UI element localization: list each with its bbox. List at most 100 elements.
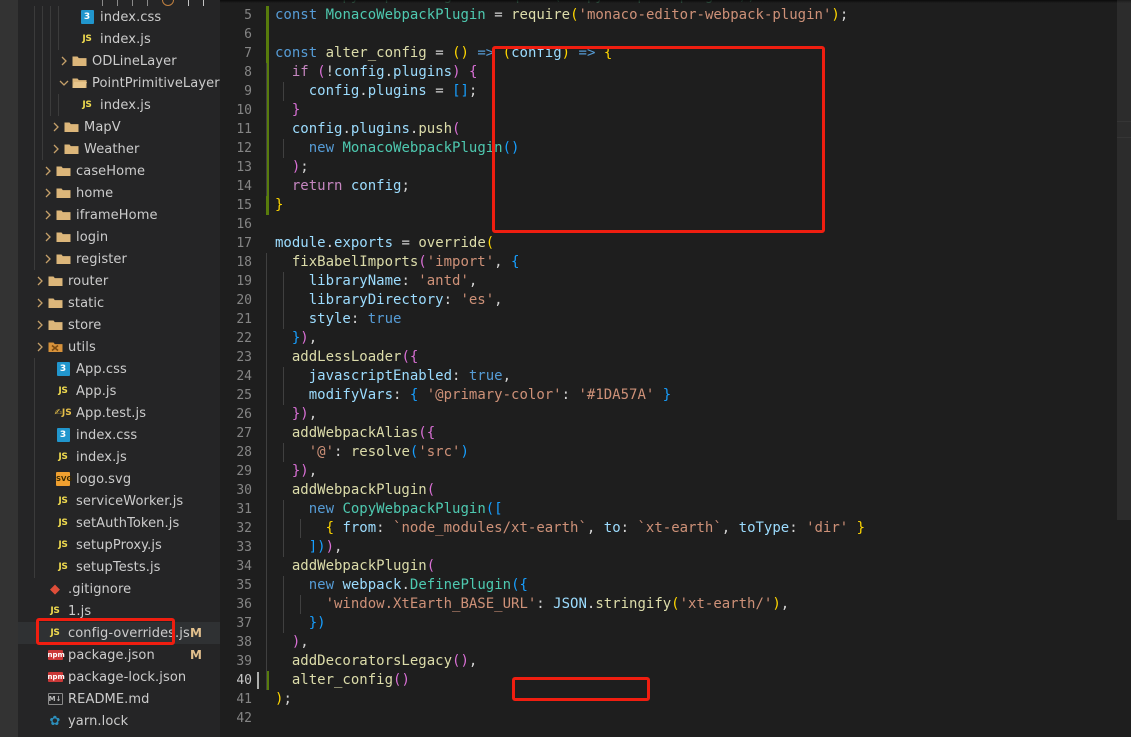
editor-lines[interactable]: 4const CopyWebpackPlugin = require('copy… <box>220 0 1131 737</box>
editor-line[interactable]: 10 } <box>220 101 1131 120</box>
tree-file-serviceworker-js[interactable]: JS serviceWorker.js <box>18 490 220 512</box>
tree-file-yarn-lock[interactable]: ✿ yarn.lock <box>18 710 220 732</box>
tree-file-package-lock-json[interactable]: npm package-lock.json <box>18 666 220 688</box>
activity-bar[interactable] <box>0 0 18 737</box>
editor-line[interactable]: 17 module.exports = override( <box>220 234 1131 253</box>
tree-file-1-js[interactable]: JS 1.js <box>18 600 220 622</box>
editor-line[interactable]: 27 addWebpackAlias({ <box>220 424 1131 443</box>
chevron-right-icon[interactable] <box>42 204 54 226</box>
editor-line[interactable]: 22 }), <box>220 329 1131 348</box>
editor-line[interactable]: 9 config.plugins = []; <box>220 82 1131 101</box>
tree-folder-casehome[interactable]: caseHome <box>18 160 220 182</box>
editor-line[interactable]: 38 ), <box>220 633 1131 652</box>
editor-line[interactable]: 6 <box>220 25 1131 44</box>
editor-scrollbar[interactable] <box>1117 0 1131 737</box>
code-token: , <box>308 463 318 479</box>
file-tree[interactable]: 3 index.css JS index.js ODLineLayer PointPrim… <box>18 6 220 732</box>
editor-line[interactable]: 42 <box>220 709 1131 728</box>
editor-line[interactable]: 30 addWebpackPlugin( <box>220 481 1131 500</box>
editor-line[interactable]: 16 <box>220 215 1131 234</box>
editor-line[interactable]: 31 new CopyWebpackPlugin([ <box>220 500 1131 519</box>
tree-folder-iframehome[interactable]: iframeHome <box>18 204 220 226</box>
tree-file-logo-svg[interactable]: SVG logo.svg <box>18 468 220 490</box>
tree-folder-odlinelayer[interactable]: ODLineLayer <box>18 50 220 72</box>
tree-file-app-js[interactable]: JS App.js <box>18 380 220 402</box>
tree-file-app-css[interactable]: 3 App.css <box>18 358 220 380</box>
tree-file-setuptests-js[interactable]: JS setupTests.js <box>18 556 220 578</box>
editor-line[interactable]: 36 'window.XtEarth_BASE_URL': JSON.strin… <box>220 595 1131 614</box>
editor-line[interactable]: 13 ); <box>220 158 1131 177</box>
tree-folder-register[interactable]: register <box>18 248 220 270</box>
editor-line[interactable]: 18 fixBabelImports('import', { <box>220 253 1131 272</box>
editor-line[interactable]: 7 const alter_config = () => (config) => … <box>220 44 1131 63</box>
editor-line[interactable]: 23 addLessLoader({ <box>220 348 1131 367</box>
chevron-right-icon[interactable] <box>42 226 54 248</box>
editor-line[interactable]: 19 libraryName: 'antd', <box>220 272 1131 291</box>
editor-line[interactable]: 41); <box>220 690 1131 709</box>
tree-folder-router[interactable]: router <box>18 270 220 292</box>
tree-file-index-js[interactable]: JS index.js <box>18 94 220 116</box>
editor-line[interactable]: 15} <box>220 196 1131 215</box>
chevron-right-icon[interactable] <box>34 292 46 314</box>
editor-line[interactable]: 20 libraryDirectory: 'es', <box>220 291 1131 310</box>
tree-folder-login[interactable]: login <box>18 226 220 248</box>
editor-line[interactable]: 28 '@': resolve('src') <box>220 443 1131 462</box>
editor-line[interactable]: 33 ])), <box>220 538 1131 557</box>
tree-file-index-js[interactable]: JS index.js <box>18 446 220 468</box>
tree-folder-weather[interactable]: Weather <box>18 138 220 160</box>
chevron-right-icon[interactable] <box>58 50 70 72</box>
indent-guide <box>282 367 284 386</box>
editor-line[interactable]: 39 addDecoratorsLegacy(), <box>220 652 1131 671</box>
editor-line[interactable]: 25 modifyVars: { '@primary-color': '#1DA… <box>220 386 1131 405</box>
editor-line[interactable]: 35 new webpack.DefinePlugin({ <box>220 576 1131 595</box>
editor-line[interactable]: 29 }), <box>220 462 1131 481</box>
tree-file-setauthtoken-js[interactable]: JS setAuthToken.js <box>18 512 220 534</box>
indent-guide <box>266 519 267 538</box>
editor-line[interactable]: 32 { from: `node_modules/xt-earth`, to: … <box>220 519 1131 538</box>
tree-file-gitignore[interactable]: ◆ .gitignore <box>18 578 220 600</box>
editor-line[interactable]: 11 config.plugins.push( <box>220 120 1131 139</box>
editor-line[interactable]: 26 }), <box>220 405 1131 424</box>
editor-line[interactable]: 34 addWebpackPlugin( <box>220 557 1131 576</box>
tree-folder-static[interactable]: static <box>18 292 220 314</box>
editor-line[interactable]: 14 return config; <box>220 177 1131 196</box>
chevron-down-icon[interactable] <box>58 72 70 94</box>
tree-folder-store[interactable]: store <box>18 314 220 336</box>
code-editor[interactable]: 4const CopyWebpackPlugin = require('copy… <box>220 0 1131 737</box>
tree-file-index-css[interactable]: 3 index.css <box>18 6 220 28</box>
tree-file-package-json[interactable]: npm package.json M <box>18 644 220 666</box>
tree-file-config-overrides-js[interactable]: JS config-overrides.js M <box>18 622 220 644</box>
editor-line[interactable]: 40 alter_config() <box>220 671 1131 690</box>
editor-line[interactable]: 5 const MonacoWebpackPlugin = require('mo… <box>220 6 1131 25</box>
tree-folder-home[interactable]: home <box>18 182 220 204</box>
tree-file-index-js[interactable]: JS index.js <box>18 28 220 50</box>
tree-folder-mapv[interactable]: MapV <box>18 116 220 138</box>
tree-file-setupproxy-js[interactable]: JS setupProxy.js <box>18 534 220 556</box>
line-text: config.plugins.push( <box>266 120 1131 139</box>
chevron-right-icon[interactable] <box>50 116 62 138</box>
editor-line[interactable]: 8 if (!config.plugins) { <box>220 63 1131 82</box>
editor-line[interactable]: 21 style: true <box>220 310 1131 329</box>
tree-file-readme-md[interactable]: M↓ README.md <box>18 688 220 710</box>
chevron-right-icon[interactable] <box>42 160 54 182</box>
chevron-right-icon[interactable] <box>34 314 46 336</box>
tree-file-app-test-js[interactable]: ✍JS App.test.js <box>18 402 220 424</box>
tree-folder-utils[interactable]: utils <box>18 336 220 358</box>
chevron-right-icon[interactable] <box>34 336 46 358</box>
folder-icon <box>54 226 72 248</box>
chevron-placeholder <box>34 710 46 732</box>
chevron-right-icon[interactable] <box>34 270 46 292</box>
chevron-right-icon[interactable] <box>42 248 54 270</box>
scrollbar-thumb[interactable] <box>1117 0 1131 520</box>
chevron-right-icon[interactable] <box>50 138 62 160</box>
tree-folder-pointprimitivelayer[interactable]: PointPrimitiveLayer <box>18 72 220 94</box>
chevron-right-icon[interactable] <box>42 182 54 204</box>
editor-line[interactable]: 12 new MonacoWebpackPlugin() <box>220 139 1131 158</box>
editor-line[interactable]: 24 javascriptEnabled: true, <box>220 367 1131 386</box>
editor-line[interactable]: 37 }) <box>220 614 1131 633</box>
code-token: `node_modules/xt-earth` <box>393 520 587 536</box>
tree-file-index-css[interactable]: 3 index.css <box>18 424 220 446</box>
